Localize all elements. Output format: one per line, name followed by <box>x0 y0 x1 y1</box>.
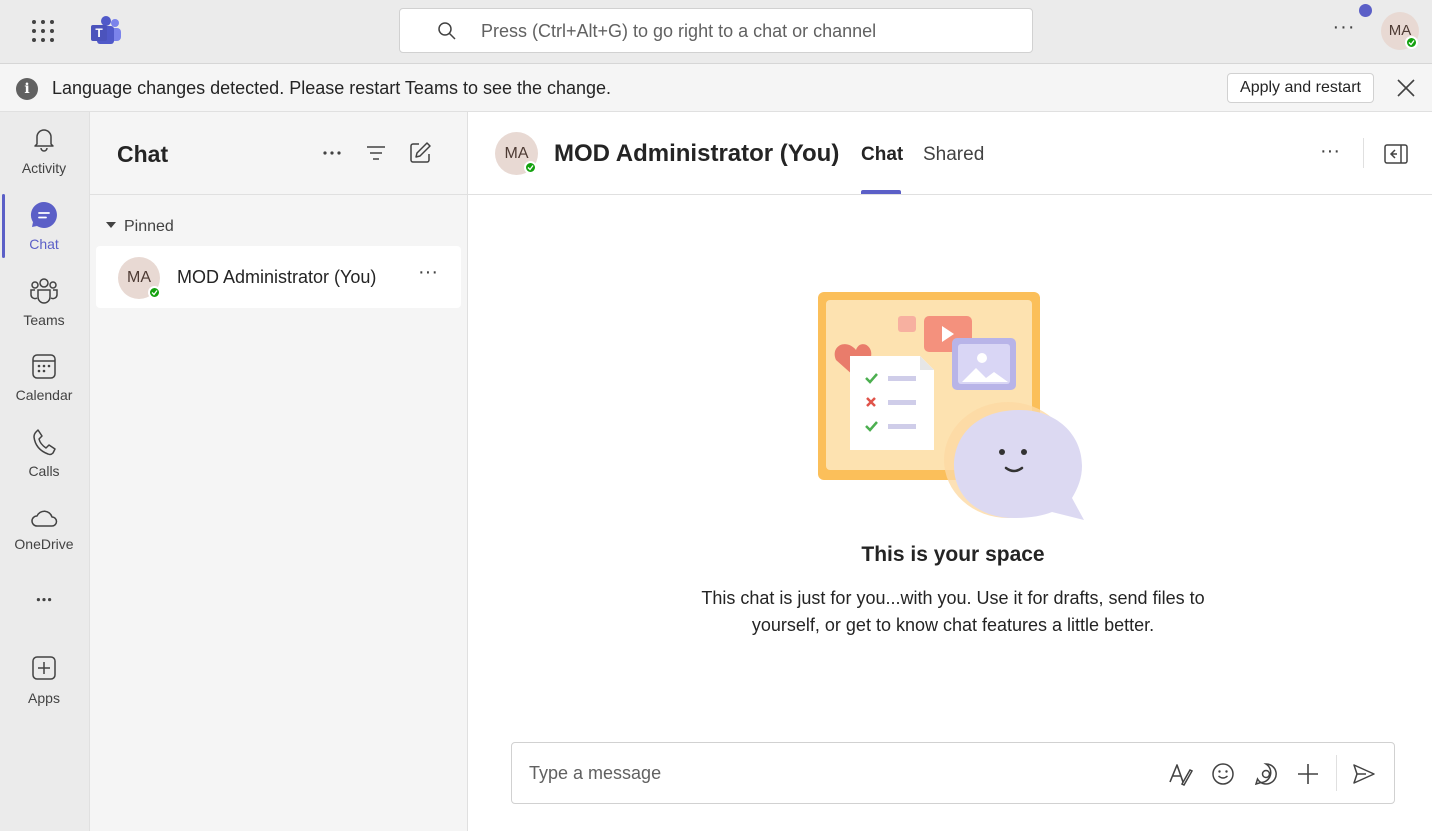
format-icon[interactable] <box>1166 760 1194 788</box>
rail-label-chat: Chat <box>29 236 59 252</box>
filter-icon[interactable] <box>363 140 389 166</box>
rail-label-calls: Calls <box>28 463 60 479</box>
close-icon[interactable] <box>1394 76 1418 100</box>
search-box[interactable]: Press (Ctrl+Alt+G) to go right to a chat… <box>399 8 1033 53</box>
chat-list-title: Chat <box>117 141 169 167</box>
svg-text:T: T <box>95 26 103 40</box>
teams-icon <box>30 278 58 304</box>
title-bar: T Press (Ctrl+Alt+G) to go right to a ch… <box>0 0 1432 64</box>
rail-item-chat[interactable]: Chat <box>0 200 88 270</box>
chat-list-item[interactable]: MA MOD Administrator (You) ··· <box>96 246 461 308</box>
send-icon[interactable] <box>1350 760 1378 788</box>
apply-and-restart-button[interactable]: Apply and restart <box>1227 73 1374 103</box>
active-tab-indicator <box>861 190 901 194</box>
chat-item-name: MOD Administrator (You) <box>177 267 377 287</box>
presence-available-icon <box>1405 36 1418 49</box>
cloud-icon <box>31 510 58 527</box>
message-input[interactable]: Type a message <box>529 763 661 784</box>
more-options-icon[interactable] <box>319 140 345 166</box>
app-rail: Activity Chat Teams Calendar Calls OneDr… <box>0 112 90 831</box>
rail-item-activity[interactable]: Activity <box>0 124 88 194</box>
avatar-initials: MA <box>127 269 151 286</box>
rail-item-teams[interactable]: Teams <box>0 276 88 346</box>
compose-divider <box>1336 755 1337 791</box>
new-chat-icon[interactable] <box>407 140 433 166</box>
attach-plus-icon[interactable] <box>1294 760 1322 788</box>
message-compose-box[interactable]: Type a message <box>511 742 1395 804</box>
conversation-more-button[interactable]: ··· <box>1316 141 1344 166</box>
rail-item-calls[interactable]: Calls <box>0 428 88 498</box>
phone-icon <box>33 429 56 456</box>
chat-icon <box>30 201 57 228</box>
avatar-initials: MA <box>504 145 529 162</box>
rail-item-calendar[interactable]: Calendar <box>0 352 88 422</box>
chat-list-header: Chat <box>90 112 467 195</box>
rail-item-more[interactable] <box>0 590 88 614</box>
header-divider <box>1363 138 1364 168</box>
pinned-section-toggle[interactable]: Pinned <box>106 218 174 236</box>
rail-item-apps[interactable]: Apps <box>0 654 88 724</box>
rail-item-onedrive[interactable]: OneDrive <box>0 504 88 574</box>
presence-available-icon <box>524 161 537 174</box>
chat-list-pane: Chat Pinned MA MOD Administrator (You) ·… <box>90 112 468 831</box>
pinned-label: Pinned <box>124 218 174 235</box>
info-icon: i <box>16 78 38 100</box>
rail-label-teams: Teams <box>23 312 65 328</box>
emoji-icon[interactable] <box>1209 760 1237 788</box>
rail-label-activity: Activity <box>21 160 67 176</box>
search-input[interactable]: Press (Ctrl+Alt+G) to go right to a chat… <box>481 21 876 42</box>
add-app-icon <box>32 656 56 680</box>
loop-component-icon[interactable] <box>1252 760 1280 788</box>
chevron-down-icon <box>106 222 116 228</box>
rail-label-onedrive: OneDrive <box>14 536 74 552</box>
rail-label-calendar: Calendar <box>15 387 73 403</box>
app-launcher-icon[interactable] <box>32 20 54 42</box>
conversation-title: MOD Administrator (You) <box>554 140 840 167</box>
empty-state-illustration <box>818 292 1084 520</box>
language-change-banner: i Language changes detected. Please rest… <box>0 64 1432 112</box>
teams-logo-icon: T <box>91 16 121 44</box>
more-icon <box>36 598 52 602</box>
bell-icon <box>34 129 54 152</box>
open-side-panel-icon[interactable] <box>1383 142 1409 166</box>
presence-available-icon <box>148 286 161 299</box>
rail-label-apps: Apps <box>28 690 60 706</box>
tab-chat[interactable]: Chat <box>861 144 903 166</box>
empty-state-title: This is your space <box>861 543 1045 566</box>
notification-badge <box>1359 4 1372 17</box>
chat-item-more-button[interactable]: ··· <box>414 262 442 287</box>
conversation-header: MA MOD Administrator (You) Chat Shared ·… <box>468 112 1432 195</box>
search-icon <box>438 22 456 40</box>
calendar-icon <box>32 354 56 379</box>
conversation-pane: MA MOD Administrator (You) Chat Shared ·… <box>468 112 1432 831</box>
empty-state-description: This chat is just for you...with you. Us… <box>701 588 1205 635</box>
banner-message: Language changes detected. Please restar… <box>52 78 612 98</box>
settings-more-button[interactable]: ··· <box>1330 17 1358 42</box>
tab-shared[interactable]: Shared <box>923 144 984 166</box>
